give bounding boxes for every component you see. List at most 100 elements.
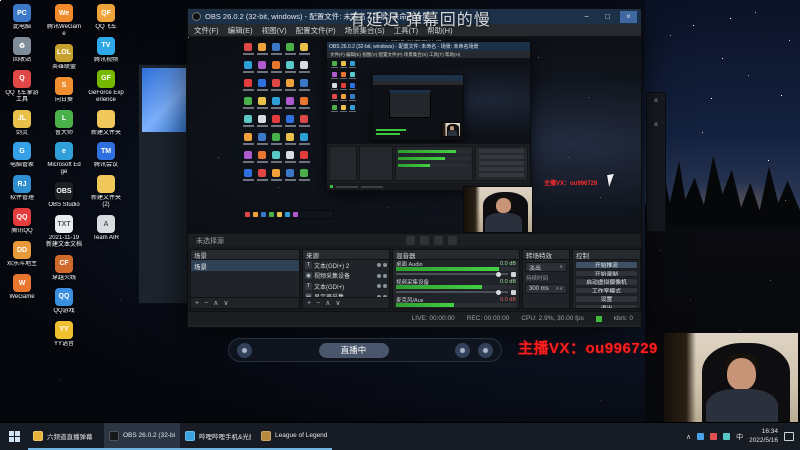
visibility-eye-icon[interactable] [377,273,381,278]
lock-icon[interactable] [383,263,387,268]
control-button[interactable]: 开始录制 [575,269,638,277]
sources-toolbar-button[interactable]: + [307,300,311,307]
control-button[interactable]: 退出 [575,303,638,308]
desktop-icon[interactable]: RJ 软件管理 [4,175,40,202]
notification-center-icon[interactable] [784,432,794,441]
close-button[interactable]: × [620,10,637,23]
desktop-icon[interactable]: QQ 腾讯QQ [4,208,40,235]
taskbar-app[interactable]: OBS 26.0.2 (32-bi... [104,423,180,450]
transition-duration-spinner[interactable]: 300 ms ∧∨ [525,284,567,294]
maximize-button[interactable]: □ [599,11,616,23]
desktop-icon[interactable]: Q QQ飞车掌游工具 [4,69,40,104]
scenes-toolbar-button[interactable]: ∨ [223,300,228,307]
control-button[interactable]: 设置 [575,295,638,303]
desktop-icon[interactable]: OBS OBS Studio [46,182,82,209]
close-icon[interactable]: × [654,121,659,129]
settings-button[interactable] [478,342,493,358]
tray-expand-icon[interactable]: ∧ [686,433,691,441]
source-label: 视频采集设备 [314,274,351,281]
lock-icon[interactable] [383,294,387,297]
source-label: 文本(GDI+) 2 [314,263,350,270]
lock-icon[interactable] [383,273,387,278]
lock-icon[interactable] [383,284,387,289]
source-item[interactable]: ▤显示器采集 [303,292,389,297]
scenes-toolbar-button[interactable]: − [204,300,208,307]
desktop-icon[interactable]: 新建文件夹 [88,109,124,137]
taskbar-app[interactable]: 哔哩哔哩手机&光摄像... [180,423,256,450]
input-language-indicator[interactable]: 中 [736,432,743,442]
volume-slider[interactable] [396,289,508,295]
volume-slider[interactable] [396,271,508,277]
desktop-icon[interactable]: QF QQ飞车 [88,4,124,31]
toolbar-icon[interactable] [448,236,457,245]
toolbar-icon[interactable] [420,236,429,245]
desktop-icon[interactable]: CF 穿越火线 [46,254,82,282]
desktop-icon[interactable]: S 向日葵 [46,76,82,104]
toolbar-icon[interactable] [434,236,443,245]
background-window[interactable] [138,64,190,304]
desktop-icon[interactable]: 新建文件夹 (2) [88,175,124,209]
desktop-icon[interactable]: JL 剑灵 [4,109,40,137]
visibility-eye-icon[interactable] [377,294,381,297]
source-item[interactable]: T 文本(GDI+) 2 [303,260,389,271]
desktop-icon[interactable]: TM 腾讯会议 [88,142,124,169]
obs-source-toolbar: 未选择源 [188,233,641,247]
live-status-pill[interactable]: 直播中 [318,342,389,358]
sources-toolbar-button[interactable]: ∨ [335,300,340,307]
desktop-icon[interactable]: e Microsoft Edge [46,142,82,176]
visibility-eye-icon[interactable] [377,284,381,289]
scenes-toolbar-button[interactable]: + [195,300,199,307]
mini-desktop-icon [297,151,311,163]
control-button[interactable]: 开始推流 [575,261,638,269]
desktop-icon[interactable]: YY YY语音 [46,320,82,348]
camera-button[interactable] [237,342,252,358]
menu-item[interactable]: 文件(F) [194,25,219,36]
source-item[interactable]: T 文本(GDI+) [303,281,389,292]
sources-toolbar-button[interactable]: ∧ [325,300,330,307]
obs-preview-canvas[interactable]: 有延迟 弹幕回的慢 OBS 26.0.2 (32-bit, windows) -… [188,37,641,233]
scene-item[interactable]: 场景 [191,260,299,271]
webcam-window[interactable] [663,332,799,432]
taskbar-app[interactable]: League of Legends [256,423,332,450]
mini-desktop-icon [283,79,297,91]
desktop-icon[interactable]: GF GeForce Experience [88,69,124,104]
desktop-column-2: We 腾讯WeGame LOL 英雄联盟 S 向日葵 L 鲁大师 e Microsoft Edge… [46,4,82,348]
desktop-icon[interactable]: PC 此电脑 [4,4,40,31]
scenes-toolbar-button[interactable]: ∧ [213,300,218,307]
visibility-eye-icon[interactable] [377,263,381,268]
desktop-icon[interactable]: DD 欢乐斗地主 [4,241,40,268]
desktop-icon[interactable]: G 电脑管家 [4,142,40,169]
tray-app-icon[interactable] [697,433,705,440]
desktop-icon[interactable]: TV 腾讯视频 [88,36,124,64]
control-button[interactable]: 工作室模式 [575,286,638,294]
desktop-icon[interactable]: TXT 2021-11-19 新建文本文档 [46,215,82,249]
desktop-icon[interactable]: ♻ 回收站 [4,36,40,64]
desktop-icon[interactable]: QQ QQ游戏 [46,287,82,315]
taskbar-app[interactable]: 六频道直播弹幕 [28,423,104,450]
mini-desktop-icon [241,151,255,163]
live-companion-toolbar: 直播中 [228,338,502,362]
start-button[interactable] [0,423,28,450]
speaker-muted-icon[interactable] [511,307,516,308]
taskbar-clock[interactable]: 16:34 2022/5/16 [749,428,778,445]
desktop-icon[interactable]: LOL 英雄联盟 [46,43,82,71]
edit-button[interactable] [455,342,470,358]
nested-mixer-dock [395,146,473,181]
app-icon: QF [97,4,115,22]
third-level-preview [373,85,463,139]
collapsed-panel[interactable]: × × [646,92,666,232]
desktop-icon[interactable]: L 鲁大师 [46,109,82,137]
desktop-icon[interactable]: W WeGame [4,274,40,301]
close-icon[interactable]: × [654,97,659,105]
tray-app-icon[interactable] [723,433,731,440]
desktop-icon[interactable]: A Team AIR [88,215,124,242]
speaker-icon[interactable] [511,289,516,295]
toolbar-icon[interactable] [406,236,415,245]
source-item[interactable]: ◉ 视频采集设备 [303,271,389,282]
desktop-icon[interactable]: We 腾讯WeGame [46,4,82,38]
tray-app-icon[interactable] [710,433,718,440]
sources-toolbar-button[interactable]: − [316,300,320,307]
transition-select[interactable]: 淡出 ∨ [525,262,567,272]
speaker-icon[interactable] [511,271,516,277]
control-button[interactable]: 启动虚拟摄像机 [575,278,638,286]
